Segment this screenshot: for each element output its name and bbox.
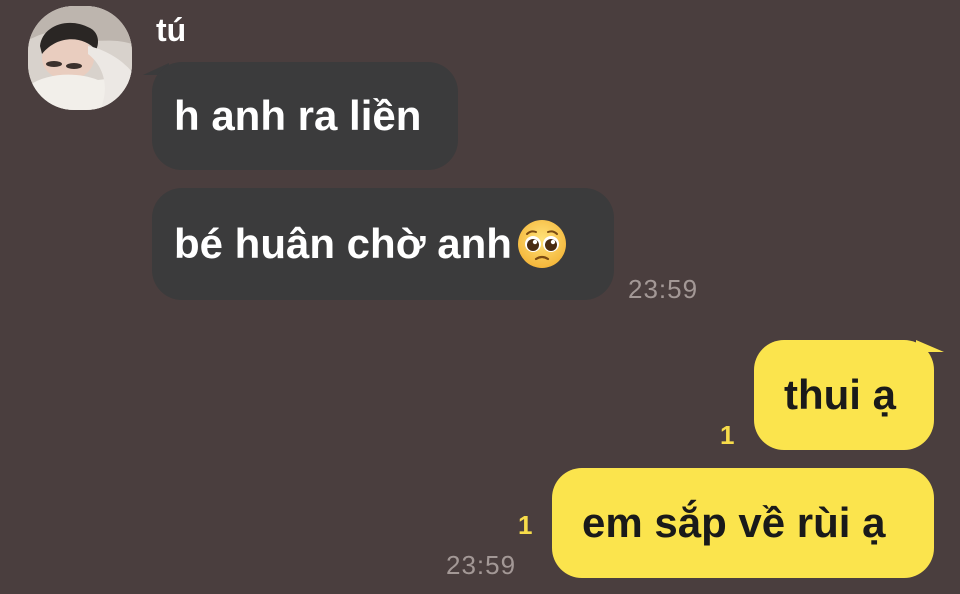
outgoing-message-bubble[interactable]: em sắp về rùi ạ xyxy=(552,468,934,578)
sender-name: tú xyxy=(156,12,187,48)
message-text: em sắp về rùi ạ xyxy=(582,499,886,546)
message-text: thui ạ xyxy=(784,371,896,418)
outgoing-message-bubble[interactable]: thui ạ xyxy=(754,340,934,450)
sender-avatar[interactable] xyxy=(28,6,132,110)
unread-count: 1 xyxy=(720,420,735,450)
incoming-message-bubble[interactable]: bé huân chờ anh xyxy=(152,188,614,300)
incoming-message-bubble[interactable]: h anh ra liền xyxy=(152,62,458,170)
message-text: bé huân chờ anh xyxy=(174,220,512,267)
unread-count: 1 xyxy=(518,510,533,540)
pleading-face-emoji-icon xyxy=(517,220,566,268)
message-timestamp: 23:59 xyxy=(628,274,699,304)
profile-photo-icon xyxy=(28,6,132,110)
message-timestamp: 23:59 xyxy=(446,550,517,580)
message-text: h anh ra liền xyxy=(174,92,422,139)
